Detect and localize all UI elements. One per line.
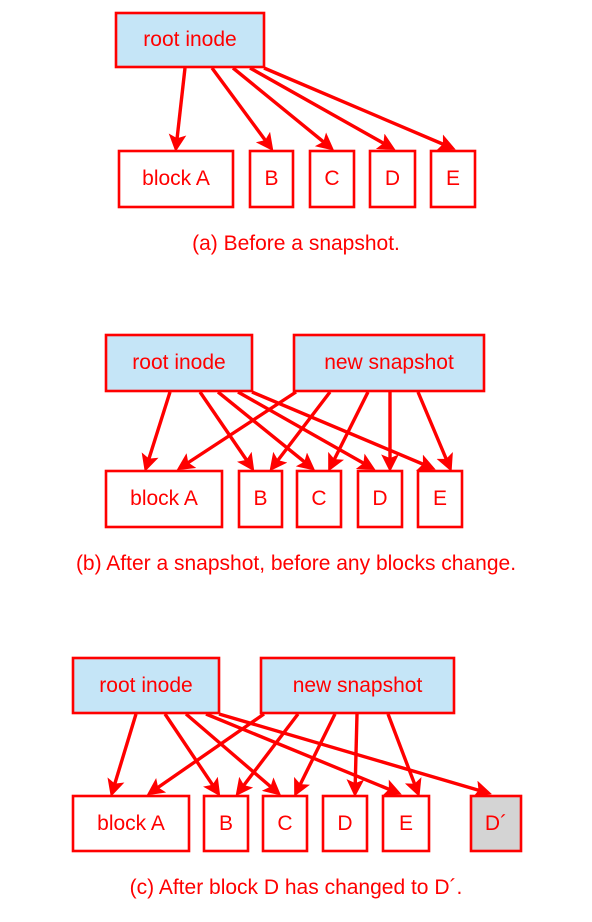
pointer-arrow-root-inode-to-block-a	[141, 391, 172, 472]
pointer-arrow-root-inode-to-d	[237, 390, 376, 471]
block-box-d	[321, 794, 369, 853]
pointer-arrow-root-inode-to-block-a	[107, 713, 138, 797]
pointer-arrow-root-inode-to-b	[198, 391, 255, 472]
block-box-e	[416, 469, 464, 529]
block-box-block-a	[104, 469, 224, 529]
pointer-arrow-root-inode-to-b	[163, 713, 221, 797]
pointer-arrow-new-snapshot-to-d	[346, 713, 365, 798]
pointer-arrow-root-inode-to-c	[231, 66, 335, 151]
block-box-d	[356, 469, 404, 529]
block-box-block-a	[117, 149, 235, 209]
inode-box-root-inode	[71, 656, 221, 715]
pointer-arrow-new-snapshot-to-e	[386, 713, 422, 797]
block-box-c	[308, 149, 356, 209]
inode-box-root-inode	[114, 11, 266, 69]
inode-box-new-snapshot	[259, 656, 456, 715]
block-box-b	[202, 794, 250, 853]
snapshot-figure: root inode block A B C D E (a) Before a snapsh…	[0, 0, 592, 922]
pointer-arrow-root-inode-to-d	[218, 712, 492, 798]
block-box-b	[237, 469, 284, 529]
inode-box-new-snapshot	[292, 333, 486, 393]
block-box-e	[381, 794, 431, 853]
pointer-arrow-root-inode-to-block-a	[168, 67, 187, 153]
pointer-arrow-root-inode-to-d	[249, 66, 396, 151]
block-box-c	[261, 794, 309, 853]
block-box-e	[429, 149, 477, 209]
pointer-arrow-root-inode-to-e	[263, 66, 456, 151]
block-box-b	[248, 149, 295, 209]
diagram-canvas	[71, 11, 523, 853]
block-box-d	[368, 149, 417, 209]
block-box-c	[295, 469, 343, 529]
block-box-block-a	[71, 794, 191, 853]
inode-box-root-inode	[104, 333, 254, 393]
pointer-arrow-root-inode-to-c	[216, 390, 316, 471]
pointer-arrow-new-snapshot-to-e	[416, 391, 453, 472]
pointer-arrow-root-inode-to-b	[210, 66, 274, 152]
block-box-d	[469, 794, 523, 853]
